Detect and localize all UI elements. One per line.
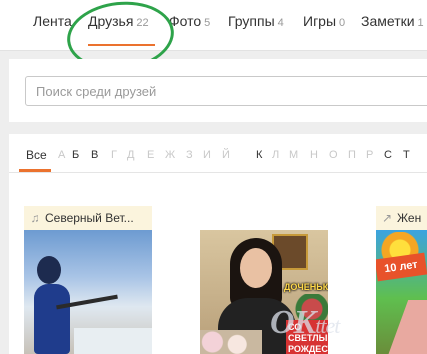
letter-filter-t[interactable]: Т <box>403 149 410 161</box>
tab-feed[interactable]: Лента <box>33 13 72 33</box>
photo-person <box>34 284 70 354</box>
external-link-icon: ↗ <box>381 211 393 225</box>
friend-status-text: Северный Вет... <box>45 211 134 225</box>
friend-card[interactable]: ♫ Северный Вет... <box>24 206 152 354</box>
tab-photos-count: 5 <box>204 17 211 29</box>
letter-filter-a[interactable]: А <box>58 149 65 161</box>
letter-filter-r[interactable]: Р <box>366 149 373 161</box>
watermark: OKttet <box>270 304 340 342</box>
friends-search-input[interactable] <box>25 76 427 106</box>
tab-friends[interactable]: Друзья 22 <box>88 13 149 33</box>
letter-filter-m[interactable]: М <box>289 149 298 161</box>
tab-groups-label: Группы <box>228 13 275 29</box>
photo-person-face <box>240 248 272 288</box>
letter-filter-k[interactable]: К <box>256 149 262 161</box>
letter-filter-all[interactable]: Все <box>26 148 47 162</box>
letter-filter-z[interactable]: З <box>186 149 193 161</box>
tab-friends-count: 22 <box>136 17 149 29</box>
photo-flowers <box>200 330 262 354</box>
photo-person-head <box>37 256 61 284</box>
photo-path <box>387 300 427 354</box>
photo-background <box>74 328 152 354</box>
search-panel <box>9 59 427 122</box>
letter-filter-e[interactable]: Е <box>147 149 154 161</box>
friend-card[interactable]: ↗ Жен 10 лет <box>376 206 427 354</box>
active-tab-indicator <box>88 44 155 46</box>
friend-status-text: Жен <box>397 211 422 225</box>
top-navigation: Лента Друзья 22 Фото 5 Группы 4 Игры 0 Замет… <box>0 0 427 51</box>
tab-feed-label: Лента <box>33 13 72 29</box>
badge-top-text: ДОЧЕНЬКА <box>284 282 328 292</box>
tab-games-label: Игры <box>303 13 337 29</box>
alphabet-filter: Все А Б В Г Д Е Ж З И Й К Л М Н О П Р С … <box>9 134 427 173</box>
friend-photo[interactable]: 10 лет <box>376 230 427 354</box>
letter-filter-y[interactable]: Й <box>222 149 230 161</box>
tab-friends-label: Друзья <box>88 13 134 29</box>
letter-filter-o[interactable]: О <box>329 149 338 161</box>
friend-status-bar[interactable]: ♫ Северный Вет... <box>24 206 152 230</box>
watermark-text: OK <box>270 304 316 341</box>
letter-filter-v[interactable]: В <box>91 149 98 161</box>
tab-notes-count: 1 <box>417 17 424 29</box>
music-note-icon: ♫ <box>30 211 40 225</box>
letter-filter-p[interactable]: П <box>348 149 356 161</box>
tab-notes-label: Заметки <box>361 13 415 29</box>
letter-filter-g[interactable]: Г <box>111 149 117 161</box>
tab-notes[interactable]: Заметки 1 <box>361 13 424 33</box>
letter-filter-b[interactable]: Б <box>72 149 79 161</box>
letter-filter-d[interactable]: Д <box>127 149 134 161</box>
letter-filter-n[interactable]: Н <box>310 149 318 161</box>
tab-groups[interactable]: Группы 4 <box>228 13 284 33</box>
tab-games[interactable]: Игры 0 <box>303 13 345 33</box>
letter-filter-s[interactable]: С <box>384 149 392 161</box>
letter-filter-zh[interactable]: Ж <box>165 149 175 161</box>
active-letter-indicator <box>19 169 51 172</box>
tab-groups-count: 4 <box>277 17 284 29</box>
friends-panel: Все А Б В Г Д Е Ж З И Й К Л М Н О П Р С … <box>9 134 427 354</box>
friend-status-bar[interactable]: ↗ Жен <box>376 206 427 230</box>
friend-photo[interactable] <box>24 230 152 354</box>
tab-photos[interactable]: Фото 5 <box>169 13 210 33</box>
tab-games-count: 0 <box>339 17 346 29</box>
letter-filter-l[interactable]: Л <box>272 149 279 161</box>
letter-filter-i[interactable]: И <box>203 149 211 161</box>
watermark-sub-text: ttet <box>315 313 340 338</box>
tab-photos-label: Фото <box>169 13 202 29</box>
